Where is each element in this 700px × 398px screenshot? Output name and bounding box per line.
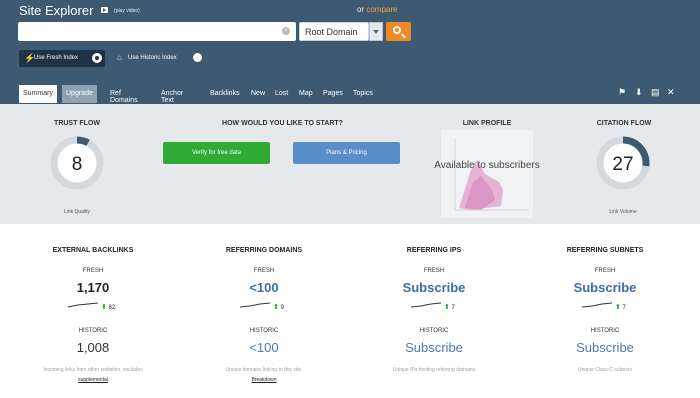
up-arrow-icon: ⬆ bbox=[101, 304, 107, 311]
up-arrow-icon: ⬆ bbox=[273, 304, 279, 311]
fresh-value[interactable]: <100 bbox=[189, 280, 339, 295]
play-video-icon[interactable] bbox=[101, 7, 108, 13]
search-icon bbox=[393, 26, 401, 34]
stat-heading: REFERRING SUBNETS bbox=[566, 247, 644, 254]
supplemental-link[interactable]: supplemental bbox=[13, 377, 173, 383]
historic-value: 1,008 bbox=[76, 340, 110, 355]
delta-value: 82 bbox=[108, 305, 116, 311]
fresh-value: 1,170 bbox=[76, 280, 110, 295]
fresh-index-label: Use Fresh Index bbox=[34, 55, 79, 61]
historic-index-radio[interactable] bbox=[193, 53, 202, 62]
chevron-down-icon[interactable] bbox=[369, 22, 383, 41]
scope-select[interactable]: Root Domain bbox=[299, 22, 369, 41]
tab-new[interactable]: New bbox=[251, 85, 265, 103]
fresh-delta: ⬆ 7 bbox=[444, 303, 455, 311]
stat-description: Unique domains linking to this site. bbox=[225, 367, 303, 373]
stat-heading: REFERRING IPS bbox=[406, 247, 462, 254]
historic-value[interactable]: Subscribe bbox=[359, 340, 509, 355]
fresh-label: FRESH bbox=[423, 268, 445, 274]
clear-search-icon[interactable]: × bbox=[282, 27, 290, 35]
fresh-sparkline bbox=[582, 302, 612, 308]
delta-value: 9 bbox=[280, 305, 284, 311]
tools-icon[interactable]: ✕ bbox=[667, 87, 675, 98]
fresh-index-radio[interactable] bbox=[92, 53, 102, 63]
fresh-delta: ⬆ 7 bbox=[615, 303, 626, 311]
fresh-value[interactable]: Subscribe bbox=[530, 280, 680, 295]
link-profile-overlay: Available to subscribers bbox=[434, 160, 540, 171]
link-profile-chart bbox=[441, 130, 533, 218]
citation-flow-sub: Link Volume bbox=[609, 209, 637, 215]
verify-button[interactable]: Verify for free data bbox=[163, 142, 270, 164]
search-button[interactable] bbox=[386, 22, 411, 41]
tab-anchor-text[interactable]: Anchor Text bbox=[161, 85, 183, 104]
archive-icon: ⌂ bbox=[117, 53, 122, 62]
link-profile-label: LINK PROFILE bbox=[462, 120, 512, 127]
fresh-label: FRESH bbox=[594, 268, 616, 274]
fresh-delta: ⬆ 9 bbox=[273, 303, 284, 311]
tab-lost[interactable]: Lost bbox=[275, 85, 288, 103]
delta-value: 7 bbox=[622, 305, 626, 311]
fresh-index-toggle[interactable]: ⚡ Use Fresh Index bbox=[19, 50, 105, 67]
page-title: Site Explorer bbox=[19, 3, 94, 18]
tab-topics[interactable]: Topics bbox=[353, 85, 373, 103]
up-arrow-icon: ⬆ bbox=[615, 304, 621, 311]
historic-index-label: Use Historic Index bbox=[128, 55, 177, 61]
play-video-link[interactable]: (play video) bbox=[114, 8, 140, 14]
stat-description: Unique IPs hosting referring domains bbox=[392, 367, 476, 373]
stat-heading: EXTERNAL BACKLINKS bbox=[52, 247, 134, 254]
citation-flow-label: CITATION FLOW bbox=[596, 120, 652, 127]
stat-heading: REFERRING DOMAINS bbox=[225, 247, 303, 254]
compare-link[interactable]: compare bbox=[366, 5, 397, 14]
download-icon[interactable]: ⬇ bbox=[635, 87, 643, 98]
historic-index-toggle[interactable]: ⌂ Use Historic Index bbox=[115, 50, 215, 67]
tab-pages[interactable]: Pages bbox=[323, 85, 343, 103]
report-icon[interactable]: ▤ bbox=[651, 87, 660, 98]
bookmark-add-icon[interactable]: ⚑ bbox=[618, 87, 626, 98]
fresh-sparkline bbox=[240, 302, 270, 308]
stat-description: Unique Class-C subnets bbox=[578, 367, 632, 373]
trust-flow-sub: Link Quality bbox=[63, 209, 91, 215]
or-label: or bbox=[357, 5, 365, 14]
plans-pricing-button[interactable]: Plans & Pricing bbox=[293, 142, 400, 164]
or-compare-text: or compare bbox=[357, 5, 397, 14]
fresh-label: FRESH bbox=[82, 268, 104, 274]
start-label: HOW WOULD YOU LIKE TO START? bbox=[222, 120, 343, 127]
stat-description: Incoming links from other websites, excl… bbox=[43, 367, 143, 373]
trust-flow-label: TRUST FLOW bbox=[54, 120, 100, 127]
tab-summary[interactable]: Summary bbox=[19, 85, 57, 103]
fresh-value[interactable]: Subscribe bbox=[359, 280, 509, 295]
fresh-label: FRESH bbox=[253, 268, 275, 274]
historic-label: HISTORIC bbox=[419, 328, 449, 334]
trust-flow-arc bbox=[76, 136, 90, 147]
citation-flow-value: 27 bbox=[612, 154, 634, 175]
historic-value[interactable]: Subscribe bbox=[530, 340, 680, 355]
fresh-sparkline bbox=[411, 302, 441, 308]
historic-label: HISTORIC bbox=[78, 328, 108, 334]
fresh-delta: ⬆ 82 bbox=[101, 303, 115, 311]
historic-value[interactable]: <100 bbox=[189, 340, 339, 355]
trust-flow-value: 8 bbox=[71, 154, 83, 175]
breakdown-link[interactable]: Breakdown bbox=[184, 377, 344, 383]
header-bar: Site Explorer (play video) or compare × … bbox=[0, 0, 700, 104]
tab-ref-domains[interactable]: Ref Domains bbox=[110, 85, 138, 104]
up-arrow-icon: ⬆ bbox=[444, 304, 450, 311]
delta-value: 7 bbox=[451, 305, 455, 311]
tab-backlinks[interactable]: Backlinks bbox=[210, 85, 240, 103]
tab-upgrade[interactable]: Upgrade bbox=[62, 85, 97, 103]
historic-label: HISTORIC bbox=[249, 328, 279, 334]
tab-map[interactable]: Map bbox=[299, 85, 313, 103]
search-input[interactable]: × bbox=[18, 22, 296, 41]
fresh-sparkline bbox=[68, 302, 98, 308]
historic-label: HISTORIC bbox=[590, 328, 620, 334]
